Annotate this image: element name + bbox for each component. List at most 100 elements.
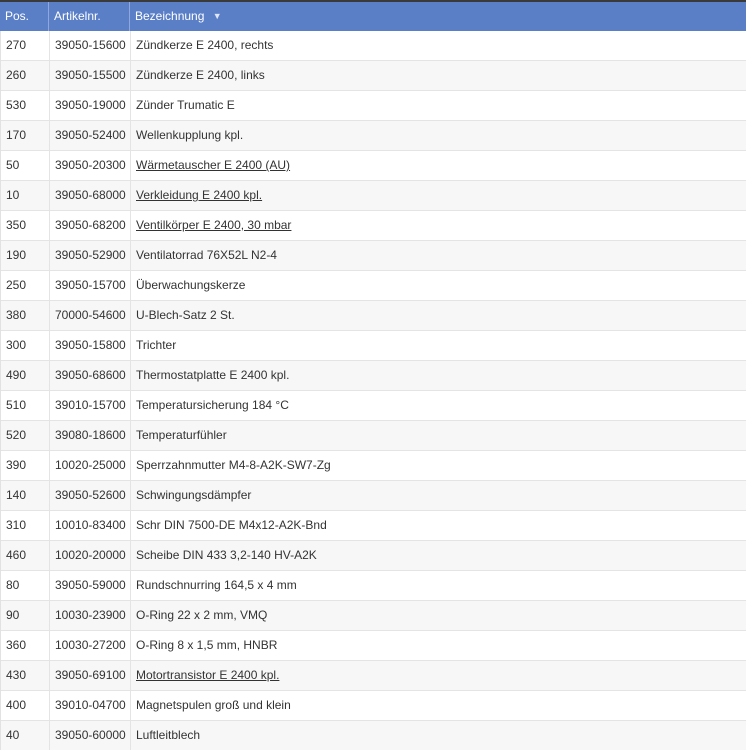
cell-artikelnr: 10020-25000 [50, 451, 131, 480]
table-row[interactable]: 360 10030-27200 O-Ring 8 x 1,5 mm, HNBR [1, 631, 746, 661]
cell-bezeichnung: Schr DIN 7500-DE M4x12-A2K-Bnd [131, 511, 746, 540]
cell-pos: 430 [1, 661, 50, 690]
table-row[interactable]: 260 39050-15500 Zündkerze E 2400, links [1, 61, 746, 91]
cell-bezeichnung: Ventilatorrad 76X52L N2-4 [131, 241, 746, 270]
column-header-pos[interactable]: Pos. [0, 2, 49, 31]
table-row[interactable]: 10 39050-68000 Verkleidung E 2400 kpl. [1, 181, 746, 211]
cell-artikelnr: 39050-52400 [50, 121, 131, 150]
cell-bezeichnung: U-Blech-Satz 2 St. [131, 301, 746, 330]
table-row[interactable]: 430 39050-69100 Motortransistor E 2400 kpl… [1, 661, 746, 691]
table-row[interactable]: 90 10030-23900 O-Ring 22 x 2 mm, VMQ [1, 601, 746, 631]
cell-pos: 260 [1, 61, 50, 90]
table-row[interactable]: 390 10020-25000 Sperrzahnmutter M4-8-A2K-S… [1, 451, 746, 481]
table-row[interactable]: 140 39050-52600 Schwingungsdämpfer [1, 481, 746, 511]
part-name: Überwachungskerze [136, 278, 246, 292]
cell-artikelnr: 39050-68000 [50, 181, 131, 210]
table-row[interactable]: 350 39050-68200 Ventilkörper E 2400, 30 mb… [1, 211, 746, 241]
table-row[interactable]: 80 39050-59000 Rundschnurring 164,5 x 4 mm [1, 571, 746, 601]
cell-artikelnr: 39050-15700 [50, 271, 131, 300]
column-header-artikelnr[interactable]: Artikelnr. [49, 2, 130, 31]
cell-artikelnr: 39050-68200 [50, 211, 131, 240]
table-row[interactable]: 400 39010-04700 Magnetspulen groß und klei… [1, 691, 746, 721]
part-link[interactable]: Ventilkörper E 2400, 30 mbar [136, 218, 291, 232]
chevron-down-icon[interactable]: ▼ [213, 2, 222, 31]
column-header-pos-label: Pos. [5, 9, 30, 23]
cell-bezeichnung: Magnetspulen groß und klein [131, 691, 746, 720]
cell-pos: 510 [1, 391, 50, 420]
cell-bezeichnung: Ventilkörper E 2400, 30 mbar [131, 211, 746, 240]
cell-pos: 270 [1, 31, 50, 60]
cell-pos: 360 [1, 631, 50, 660]
cell-bezeichnung: Luftleitblech [131, 721, 746, 750]
part-link[interactable]: Motortransistor E 2400 kpl. [136, 668, 279, 682]
part-link[interactable]: Verkleidung E 2400 kpl. [136, 188, 262, 202]
table-row[interactable]: 460 10020-20000 Scheibe DIN 433 3,2-140 HV… [1, 541, 746, 571]
cell-bezeichnung: Zünder Trumatic E [131, 91, 746, 120]
part-name: O-Ring 8 x 1,5 mm, HNBR [136, 638, 278, 652]
cell-bezeichnung: Temperaturfühler [131, 421, 746, 450]
cell-pos: 170 [1, 121, 50, 150]
cell-artikelnr: 39050-59000 [50, 571, 131, 600]
table-row[interactable]: 250 39050-15700 Überwachungskerze [1, 271, 746, 301]
part-name: Trichter [136, 338, 177, 352]
table-row[interactable]: 490 39050-68600 Thermostatplatte E 2400 kp… [1, 361, 746, 391]
cell-bezeichnung: Trichter [131, 331, 746, 360]
cell-bezeichnung: Verkleidung E 2400 kpl. [131, 181, 746, 210]
cell-pos: 50 [1, 151, 50, 180]
part-name: U-Blech-Satz 2 St. [136, 308, 235, 322]
cell-pos: 490 [1, 361, 50, 390]
cell-artikelnr: 39050-15600 [50, 31, 131, 60]
table-row[interactable]: 380 70000-54600 U-Blech-Satz 2 St. [1, 301, 746, 331]
cell-pos: 310 [1, 511, 50, 540]
table-row[interactable]: 190 39050-52900 Ventilatorrad 76X52L N2-4 [1, 241, 746, 271]
part-name: Schr DIN 7500-DE M4x12-A2K-Bnd [136, 518, 327, 532]
parts-table: Pos. Artikelnr. Bezeichnung ▼ 270 39050-1… [0, 0, 746, 750]
cell-bezeichnung: Zündkerze E 2400, rechts [131, 31, 746, 60]
cell-bezeichnung: Schwingungsdämpfer [131, 481, 746, 510]
table-row[interactable]: 40 39050-60000 Luftleitblech [1, 721, 746, 750]
table-row[interactable]: 510 39010-15700 Temperatursicherung 184 °C [1, 391, 746, 421]
column-header-bezeichnung[interactable]: Bezeichnung ▼ [130, 2, 746, 31]
cell-artikelnr: 39050-19000 [50, 91, 131, 120]
table-row[interactable]: 300 39050-15800 Trichter [1, 331, 746, 361]
cell-pos: 390 [1, 451, 50, 480]
table-row[interactable]: 530 39050-19000 Zünder Trumatic E [1, 91, 746, 121]
cell-pos: 520 [1, 421, 50, 450]
part-name: Temperatursicherung 184 °C [136, 398, 289, 412]
cell-artikelnr: 10010-83400 [50, 511, 131, 540]
table-row[interactable]: 310 10010-83400 Schr DIN 7500-DE M4x12-A2K… [1, 511, 746, 541]
table-row[interactable]: 50 39050-20300 Wärmetauscher E 2400 (AU) [1, 151, 746, 181]
part-name: Rundschnurring 164,5 x 4 mm [136, 578, 297, 592]
cell-artikelnr: 10030-23900 [50, 601, 131, 630]
cell-artikelnr: 39050-52900 [50, 241, 131, 270]
cell-pos: 460 [1, 541, 50, 570]
cell-bezeichnung: Rundschnurring 164,5 x 4 mm [131, 571, 746, 600]
cell-artikelnr: 39080-18600 [50, 421, 131, 450]
cell-pos: 190 [1, 241, 50, 270]
part-name: Zündkerze E 2400, links [136, 68, 265, 82]
part-name: Luftleitblech [136, 728, 201, 742]
table-header: Pos. Artikelnr. Bezeichnung ▼ [0, 2, 746, 31]
table-row[interactable]: 270 39050-15600 Zündkerze E 2400, rechts [1, 31, 746, 61]
table-row[interactable]: 170 39050-52400 Wellenkupplung kpl. [1, 121, 746, 151]
part-link[interactable]: Wärmetauscher E 2400 (AU) [136, 158, 290, 172]
cell-pos: 250 [1, 271, 50, 300]
cell-pos: 10 [1, 181, 50, 210]
part-name: Zünder Trumatic E [136, 98, 235, 112]
part-name: Scheibe DIN 433 3,2-140 HV-A2K [136, 548, 317, 562]
cell-pos: 400 [1, 691, 50, 720]
cell-pos: 380 [1, 301, 50, 330]
cell-bezeichnung: Thermostatplatte E 2400 kpl. [131, 361, 746, 390]
part-name: Ventilatorrad 76X52L N2-4 [136, 248, 277, 262]
part-name: Zündkerze E 2400, rechts [136, 38, 274, 52]
cell-artikelnr: 10030-27200 [50, 631, 131, 660]
part-name: Magnetspulen groß und klein [136, 698, 291, 712]
part-name: Temperaturfühler [136, 428, 227, 442]
cell-bezeichnung: O-Ring 22 x 2 mm, VMQ [131, 601, 746, 630]
cell-artikelnr: 39050-52600 [50, 481, 131, 510]
cell-bezeichnung: Scheibe DIN 433 3,2-140 HV-A2K [131, 541, 746, 570]
cell-pos: 530 [1, 91, 50, 120]
table-row[interactable]: 520 39080-18600 Temperaturfühler [1, 421, 746, 451]
cell-pos: 80 [1, 571, 50, 600]
cell-bezeichnung: Zündkerze E 2400, links [131, 61, 746, 90]
